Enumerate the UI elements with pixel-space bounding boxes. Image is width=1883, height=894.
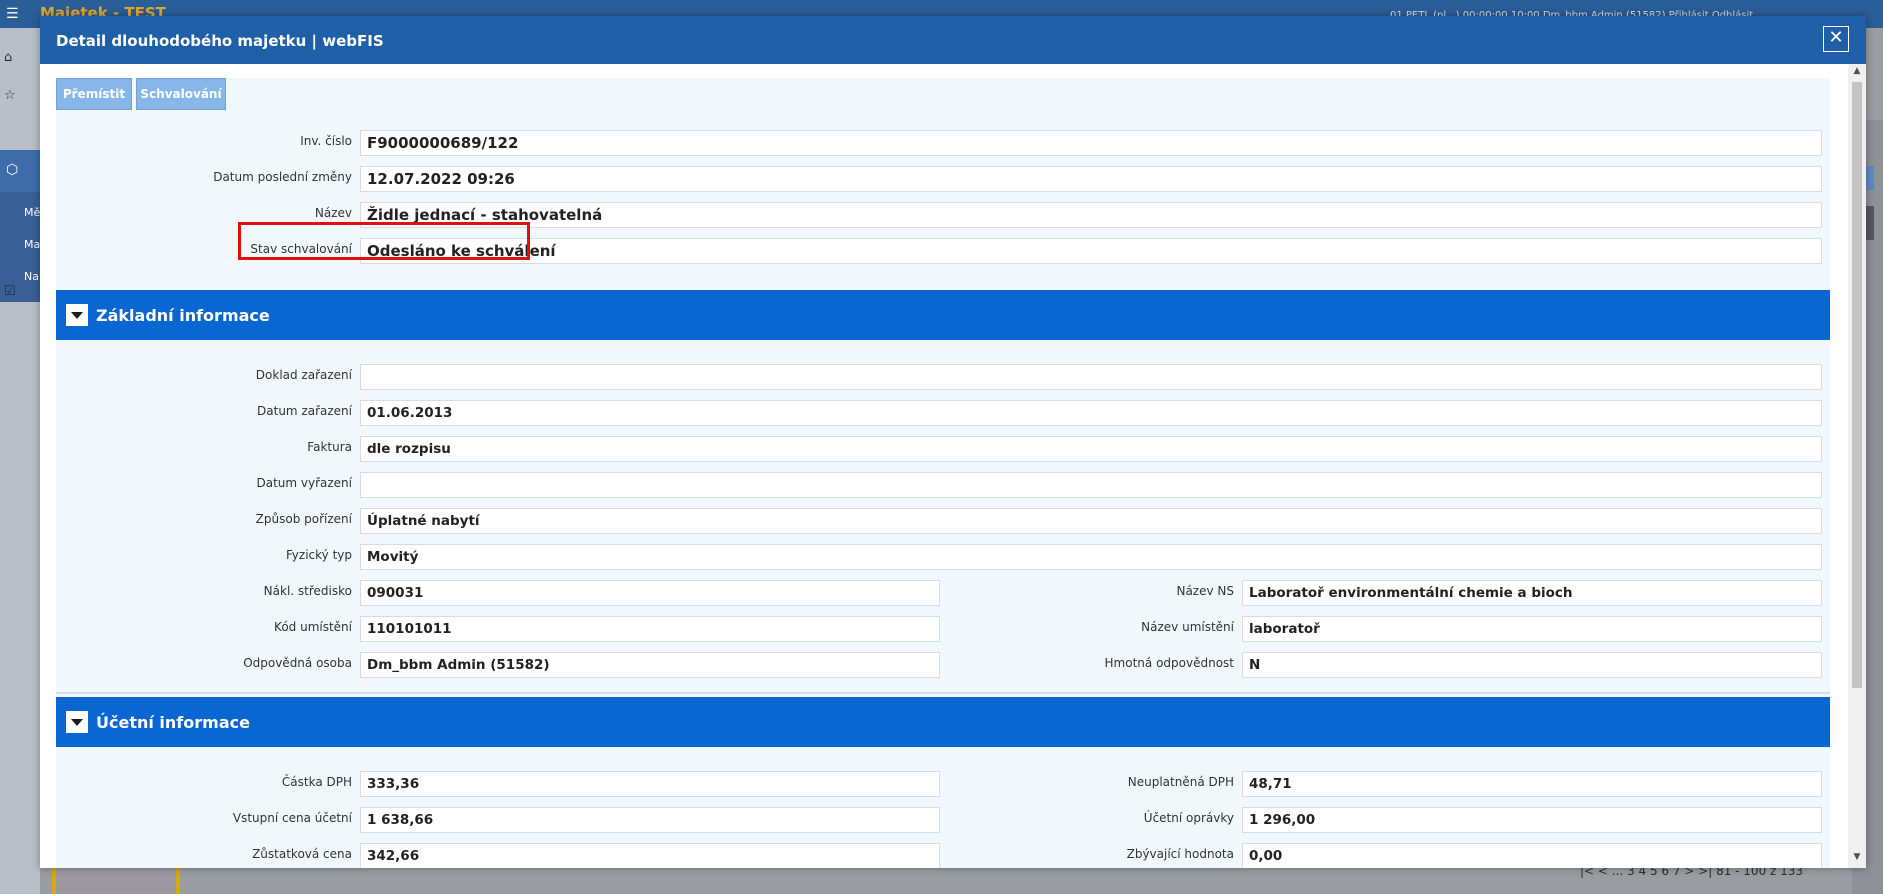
datum-vyrazeni-field[interactable] xyxy=(360,472,1822,498)
scroll-thumb[interactable] xyxy=(1852,82,1862,688)
modal-scrollbar[interactable]: ▲ ▼ xyxy=(1848,64,1866,868)
section-divider xyxy=(56,692,1830,694)
zbyvajici-hodnota-label: Zbývající hodnota xyxy=(1126,847,1234,861)
checkbox-icon[interactable]: ☑ xyxy=(4,284,38,304)
zpusob-porizeni-label: Způsob pořízení xyxy=(255,512,352,526)
faktura-field[interactable]: dle rozpisu xyxy=(360,436,1822,462)
neuplatnena-dph-label: Neuplatněná DPH xyxy=(1127,775,1234,789)
nazev-ns-field[interactable]: Laboratoř environmentální chemie a bioch xyxy=(1242,580,1822,606)
hmotna-odpovednost-label: Hmotná odpovědnost xyxy=(1104,656,1234,670)
section-title-ucetni: Účetní informace xyxy=(96,713,250,732)
odpovedna-osoba-label: Odpovědná osoba xyxy=(243,656,352,670)
collapse-toggle-icon[interactable] xyxy=(66,304,88,326)
nakl-stredisko-field[interactable]: 090031 xyxy=(360,580,940,606)
datum-vyrazeni-label: Datum vyřazení xyxy=(256,476,352,490)
sidebar-subitem-2[interactable]: Ma xyxy=(24,238,40,251)
doklad-zarazeni-label: Doklad zařazení xyxy=(255,368,352,382)
section-zakladni-informace[interactable]: Základní informace xyxy=(56,290,1830,340)
hamburger-menu-icon[interactable]: ☰ xyxy=(6,7,24,21)
ucetni-opravky-field[interactable]: 1 296,00 xyxy=(1242,807,1822,833)
sidebar-subitem-1[interactable]: Mě xyxy=(24,206,40,219)
hmotna-odpovednost-field[interactable]: N xyxy=(1242,652,1822,678)
nazev-ns-label: Název NS xyxy=(1176,584,1234,598)
neuplatnena-dph-field[interactable]: 48,71 xyxy=(1242,771,1822,797)
close-button[interactable]: ✕ xyxy=(1823,26,1849,52)
doklad-zarazeni-field[interactable] xyxy=(360,364,1822,390)
approval-button[interactable]: Schvalování xyxy=(136,78,226,110)
datum-zarazeni-field[interactable]: 01.06.2013 xyxy=(360,400,1822,426)
nazev-umisteni-field[interactable]: laboratoř xyxy=(1242,616,1822,642)
nazev-label: Název xyxy=(314,206,352,220)
section-ucetni-informace[interactable]: Účetní informace xyxy=(56,697,1830,747)
nakl-stredisko-label: Nákl. středisko xyxy=(263,584,352,598)
castka-dph-label: Částka DPH xyxy=(281,775,352,789)
modal-header: Detail dlouhodobého majetku | webFIS ✕ xyxy=(40,16,1866,64)
app-sidebar: ⌂ ☆ ⬡ Mě Ma Na ☑ xyxy=(0,28,40,894)
section-title-zakladni: Základní informace xyxy=(96,306,270,325)
stav-schvalovani-field[interactable]: Odesláno ke schválení xyxy=(360,238,1822,264)
stav-schvalovani-label: Stav schvalování xyxy=(250,242,352,256)
kod-umisteni-field[interactable]: 110101011 xyxy=(360,616,940,642)
modal-body: ▲ ▼ Přemístit Schvalování Inv. číslo F90… xyxy=(40,64,1866,868)
inv-cislo-label: Inv. číslo xyxy=(300,134,352,148)
sidebar-item-majetek[interactable]: ⬡ xyxy=(0,150,40,192)
nazev-field[interactable]: Židle jednací - stahovatelná xyxy=(360,202,1822,228)
datum-zmeny-label: Datum poslední změny xyxy=(213,170,352,184)
vstupni-cena-label: Vstupní cena účetní xyxy=(232,811,352,825)
zpusob-porizeni-field[interactable]: Úplatné nabytí xyxy=(360,508,1822,534)
sidebar-subitem-3[interactable]: Na xyxy=(24,270,39,283)
asset-detail-modal: Detail dlouhodobého majetku | webFIS ✕ ▲… xyxy=(40,16,1866,868)
datum-zarazeni-label: Datum zařazení xyxy=(257,404,352,418)
zbyvajici-hodnota-field[interactable]: 0,00 xyxy=(1242,843,1822,868)
home-icon[interactable]: ⌂ xyxy=(4,50,38,70)
box-icon: ⬡ xyxy=(6,162,19,178)
kod-umisteni-label: Kód umístění xyxy=(274,620,352,634)
inv-cislo-field[interactable]: F9000000689/122 xyxy=(360,130,1822,156)
faktura-label: Faktura xyxy=(307,440,352,454)
nazev-umisteni-label: Název umístění xyxy=(1141,620,1234,634)
collapse-toggle-icon[interactable] xyxy=(66,711,88,733)
fyzicky-typ-label: Fyzický typ xyxy=(286,548,352,562)
ucetni-opravky-label: Účetní oprávky xyxy=(1143,811,1234,825)
datum-zmeny-field[interactable]: 12.07.2022 09:26 xyxy=(360,166,1822,192)
castka-dph-field[interactable]: 333,36 xyxy=(360,771,940,797)
modal-content: Přemístit Schvalování Inv. číslo F900000… xyxy=(56,78,1830,868)
move-button[interactable]: Přemístit xyxy=(56,78,132,110)
zustatkova-cena-label: Zůstatková cena xyxy=(252,847,352,861)
scroll-down-icon[interactable]: ▼ xyxy=(1851,852,1863,864)
vstupni-cena-field[interactable]: 1 638,66 xyxy=(360,807,940,833)
fyzicky-typ-field[interactable]: Movitý xyxy=(360,544,1822,570)
modal-title: Detail dlouhodobého majetku | webFIS xyxy=(56,32,384,50)
zustatkova-cena-field[interactable]: 342,66 xyxy=(360,843,940,868)
odpovedna-osoba-field[interactable]: Dm_bbm Admin (51582) xyxy=(360,652,940,678)
star-icon[interactable]: ☆ xyxy=(4,88,38,108)
scroll-up-icon[interactable]: ▲ xyxy=(1851,66,1863,78)
